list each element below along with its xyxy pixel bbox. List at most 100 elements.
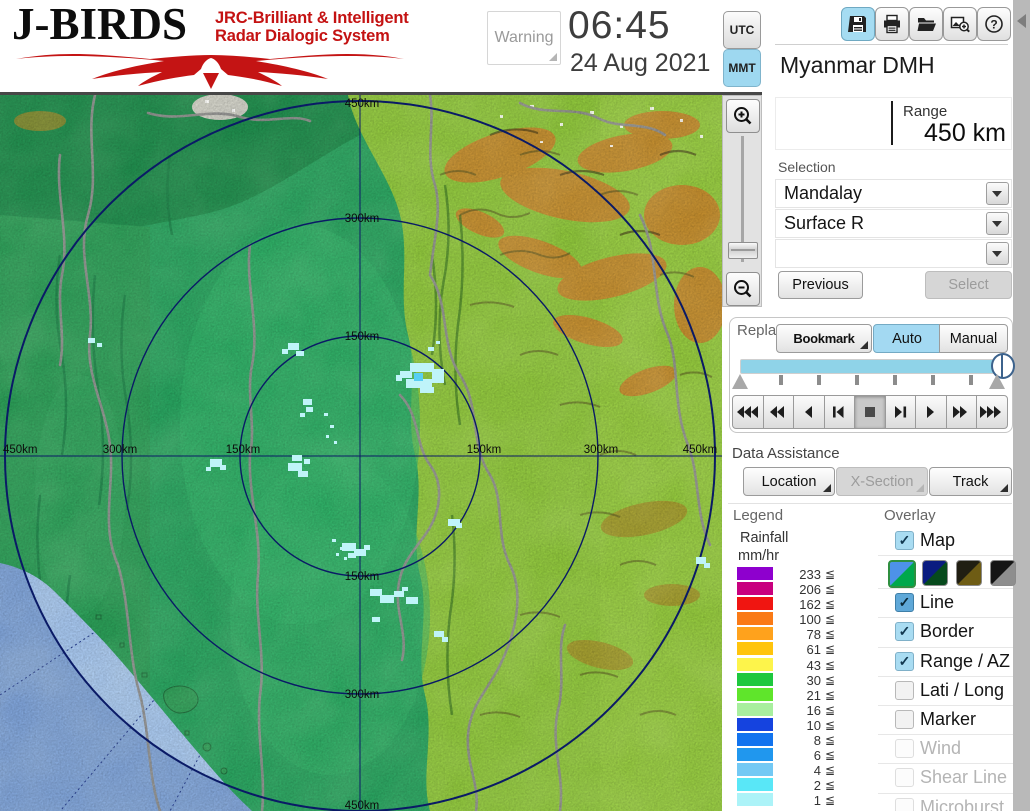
checkbox-wind[interactable] — [895, 739, 914, 759]
previous-button-label: Previous — [792, 277, 849, 293]
legend-swatch — [737, 763, 773, 777]
dropdown-arrow-icon[interactable] — [986, 242, 1009, 265]
legend-value: 16 — [806, 702, 821, 718]
checkbox-marker[interactable] — [895, 709, 914, 729]
help-button[interactable]: ? — [977, 7, 1011, 41]
legend-value: 162 — [799, 597, 821, 613]
legend-value: 43 — [806, 657, 821, 673]
x-section-button[interactable]: X-Section — [836, 467, 928, 496]
play-reverse-icon — [804, 406, 812, 418]
option-dropdown[interactable] — [775, 239, 1012, 268]
overlay-item-marker[interactable]: Marker — [878, 706, 1013, 736]
legend-operator: ≦ — [825, 687, 836, 702]
legend-row: 1 ≦ — [729, 792, 877, 808]
checkbox-map[interactable]: ✓ — [895, 531, 914, 550]
checkbox-shear-line[interactable] — [895, 768, 914, 788]
playback-stop-button[interactable] — [854, 395, 886, 429]
step-back-icon — [833, 406, 844, 418]
zoom-out-button[interactable] — [726, 272, 760, 306]
legend-value: 10 — [806, 717, 821, 733]
legend-row: 2 ≦ — [729, 777, 877, 793]
ring-label: 150km — [345, 571, 380, 583]
checkbox-line[interactable]: ✓ — [895, 593, 914, 613]
legend-swatch — [737, 567, 773, 580]
timeline-start-marker[interactable] — [732, 374, 748, 389]
auto-button-label: Auto — [892, 330, 922, 347]
replay-timeline-track[interactable] — [740, 359, 1009, 374]
legend-value: 78 — [806, 627, 821, 643]
bookmark-button[interactable]: Bookmark — [776, 324, 872, 353]
playback-forward-button[interactable] — [945, 395, 977, 429]
panel-collapse-rail[interactable] — [1013, 0, 1030, 811]
save-button[interactable] — [841, 7, 875, 41]
overlay-item-lati-long[interactable]: Lati / Long — [878, 677, 1013, 706]
legend-swatch — [737, 612, 773, 626]
auto-button[interactable]: Auto — [873, 324, 941, 353]
print-button[interactable] — [875, 7, 909, 41]
add-image-button[interactable] — [943, 7, 977, 41]
open-folder-button[interactable] — [909, 7, 943, 41]
product-dropdown[interactable]: Surface R — [775, 209, 1012, 238]
map-style-swatch-4[interactable] — [990, 560, 1016, 587]
mmt-button[interactable]: MMT — [723, 49, 761, 87]
range-divider — [891, 101, 893, 145]
legend-row: 4 ≦ — [729, 762, 877, 778]
zoom-slider-handle[interactable] — [728, 242, 758, 259]
overlay-item-range-az[interactable]: ✓ Range / AZ — [878, 648, 1013, 677]
legend-swatch — [737, 793, 773, 807]
zoom-in-button[interactable] — [726, 99, 760, 133]
dropdown-arrow-icon[interactable] — [986, 182, 1009, 205]
checkbox-border[interactable]: ✓ — [895, 622, 914, 642]
playback-fast-forward-button[interactable] — [976, 395, 1008, 429]
map-style-swatch-3[interactable] — [956, 560, 982, 587]
playback-play-reverse-button[interactable] — [793, 395, 825, 429]
overlay-item-microburst[interactable]: Microburst — [878, 794, 1013, 811]
legend-swatch — [737, 687, 773, 701]
collapse-arrow-icon[interactable] — [1017, 14, 1026, 28]
legend-swatch — [737, 717, 773, 731]
timeline-tick — [855, 375, 859, 385]
site-dropdown[interactable]: Mandalay — [775, 179, 1012, 208]
overlay-item-label: Marker — [920, 708, 977, 729]
overlay-item-line[interactable]: ✓ Line — [878, 589, 1013, 619]
select-button[interactable]: Select — [925, 271, 1012, 299]
legend-row: 30 ≦ — [729, 672, 877, 688]
stop-icon — [864, 407, 875, 417]
legend-value: 21 — [806, 687, 821, 703]
map-style-swatch-2[interactable] — [922, 560, 948, 587]
playback-fast-rewind-button[interactable] — [732, 395, 764, 429]
map-style-swatch-1[interactable] — [888, 560, 916, 589]
legend-unit-line2: mm/hr — [738, 548, 780, 564]
clock-date: 24 Aug 2021 — [570, 49, 711, 77]
track-button[interactable]: Track — [929, 467, 1012, 496]
legend-operator: ≦ — [825, 748, 836, 763]
mmt-button-label: MMT — [728, 61, 756, 75]
timeline-end-marker[interactable] — [989, 374, 1005, 389]
overlay-item-wind[interactable]: Wind — [878, 735, 1013, 765]
overlay-item-border[interactable]: ✓ Border — [878, 618, 1013, 648]
dropdown-arrow-icon[interactable] — [986, 212, 1009, 235]
overlay-item-shear-line[interactable]: Shear Line — [878, 764, 1013, 794]
location-button[interactable]: Location — [743, 467, 835, 496]
utc-button[interactable]: UTC — [723, 11, 761, 49]
manual-button[interactable]: Manual — [939, 324, 1008, 353]
playback-step-forward-button[interactable] — [884, 395, 916, 429]
ring-label: 450km — [3, 444, 38, 456]
app-logo-subtitle: JRC-Brilliant & Intelligent Radar Dialog… — [215, 9, 409, 46]
radar-map[interactable]: 450km 300km 150km 150km 300km 450km 450k… — [0, 93, 726, 811]
playback-rewind-button[interactable] — [762, 395, 794, 429]
checkbox-range-az[interactable]: ✓ — [895, 651, 914, 671]
checkbox-microburst[interactable] — [895, 797, 914, 811]
legend-swatch — [737, 627, 773, 641]
legend-operator: ≦ — [825, 733, 836, 748]
radar-map-canvas: 450km 300km 150km 150km 300km 450km 450k… — [0, 93, 726, 811]
overlay-item-map[interactable]: ✓ Map — [878, 527, 1013, 557]
legend-swatch — [737, 642, 773, 656]
checkbox-lati-long[interactable] — [895, 680, 914, 700]
print-icon — [884, 14, 900, 34]
playback-play-button[interactable] — [915, 395, 947, 429]
warning-button[interactable]: Warning — [487, 11, 561, 65]
previous-button[interactable]: Previous — [778, 271, 863, 299]
legend-panel: Rainfall mm/hr 233 ≦ 206 ≦ 162 ≦ 100 ≦ 78 ≦ 61 ≦ 43 ≦… — [729, 527, 877, 811]
playback-step-back-button[interactable] — [823, 395, 855, 429]
